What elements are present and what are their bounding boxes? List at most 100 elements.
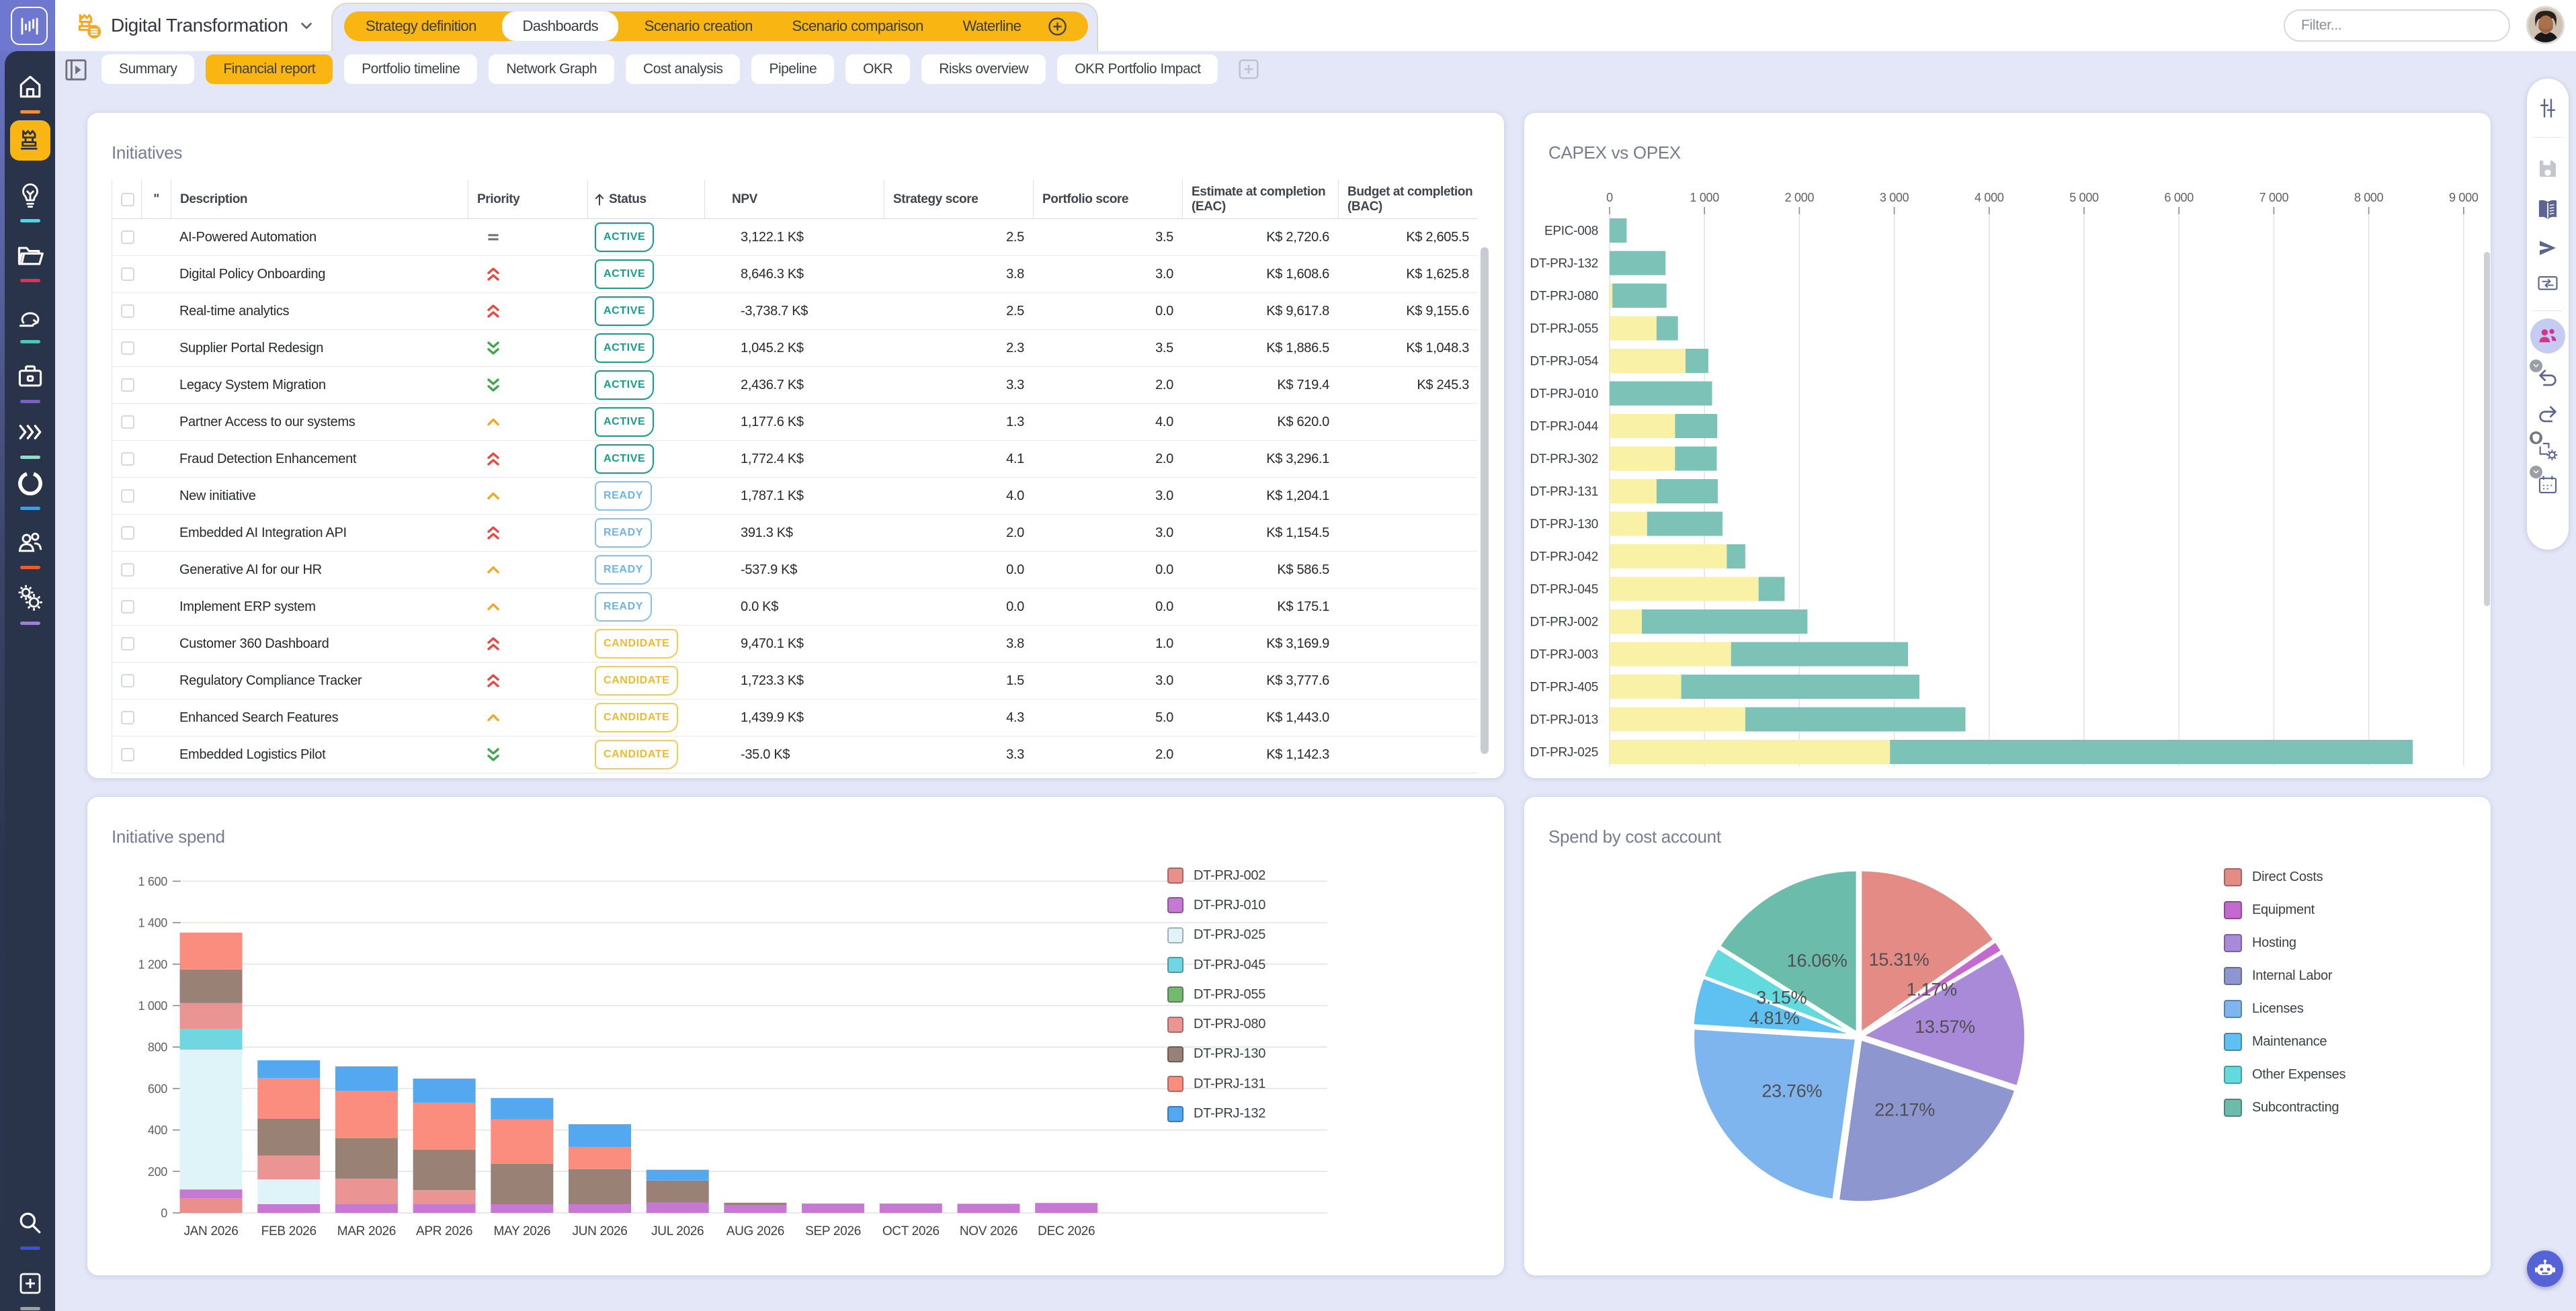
table-row[interactable]: Digital Policy Onboarding ACTIVE 8,646.3… xyxy=(112,256,1477,293)
sidebar-item-portfolio[interactable] xyxy=(5,356,55,403)
legend-item[interactable]: Other Expenses xyxy=(2224,1058,2345,1091)
app-logo[interactable] xyxy=(0,0,55,51)
table-row[interactable]: Legacy System Migration ACTIVE 2,436.7 K… xyxy=(112,367,1477,404)
project-switcher[interactable]: Digital Transformation xyxy=(75,5,316,46)
row-checkbox[interactable] xyxy=(121,674,134,687)
avatar[interactable] xyxy=(2526,6,2565,44)
main-nav-tab-strategy-definition[interactable]: Strategy definition xyxy=(352,11,490,41)
sidebar-item-projects[interactable] xyxy=(5,235,55,282)
legend-item[interactable]: DT-PRJ-131 xyxy=(1167,1069,1265,1099)
table-row[interactable]: Customer 360 Dashboard CANDIDATE 9,470.1… xyxy=(112,626,1477,663)
legend-item[interactable]: DT-PRJ-045 xyxy=(1167,950,1265,980)
row-checkbox[interactable] xyxy=(121,563,134,577)
add-scenario-icon[interactable] xyxy=(1047,16,1068,37)
header-eac[interactable]: Estimate at completion(EAC) xyxy=(1182,180,1338,219)
legend-item[interactable]: DT-PRJ-055 xyxy=(1167,980,1265,1009)
dashboard-tab-financial-report[interactable]: Financial report xyxy=(206,54,333,84)
legend-item[interactable]: DT-PRJ-010 xyxy=(1167,890,1265,920)
row-checkbox[interactable] xyxy=(121,526,134,540)
table-row[interactable]: AI-Powered Automation ACTIVE 3,122.1 K$ … xyxy=(112,219,1477,256)
header-description[interactable]: Description xyxy=(171,180,468,219)
row-checkbox[interactable] xyxy=(121,304,134,318)
dashboard-tab-okr[interactable]: OKR xyxy=(845,54,910,84)
main-nav-tab-scenario-creation[interactable]: Scenario creation xyxy=(631,11,766,41)
dashboard-tab-network-graph[interactable]: Network Graph xyxy=(489,54,614,84)
legend-item[interactable]: Hosting xyxy=(2224,927,2345,960)
sidebar-item-search[interactable] xyxy=(5,1203,55,1250)
table-row[interactable]: Enhanced Search Features CANDIDATE 1,439… xyxy=(112,700,1477,736)
sidebar-item-strategy[interactable] xyxy=(5,120,55,167)
table-row[interactable]: Implement ERP system READY 0.0 K$ 0.0 0.… xyxy=(112,589,1477,626)
select-all-checkbox[interactable] xyxy=(121,193,134,206)
row-checkbox[interactable] xyxy=(121,267,134,281)
legend-item[interactable]: DT-PRJ-130 xyxy=(1167,1040,1265,1069)
sidebar-item-reports[interactable] xyxy=(5,463,55,510)
toolbar-calendar-button[interactable] xyxy=(2527,466,2569,503)
header-status[interactable]: Status xyxy=(587,180,704,219)
legend-item[interactable]: Equipment xyxy=(2224,894,2345,927)
table-row[interactable]: Fraud Detection Enhancement ACTIVE 1,772… xyxy=(112,441,1477,478)
toolbar-presentation-button[interactable] xyxy=(2527,265,2569,302)
dashboard-tab-okr-portfolio-impact[interactable]: OKR Portfolio Impact xyxy=(1057,54,1218,84)
table-row[interactable]: Generative AI for our HR READY -537.9 K$… xyxy=(112,552,1477,589)
sidebar-item-pipeline[interactable] xyxy=(5,412,55,459)
capex-chart-scrollbar[interactable] xyxy=(2484,252,2490,606)
table-row[interactable]: Partner Access to our systems ACTIVE 1,1… xyxy=(112,404,1477,441)
header-portfolio-score[interactable]: Portfolio score xyxy=(1033,180,1182,219)
add-dashboard-icon[interactable] xyxy=(1236,56,1261,82)
sidebar-item-ideas[interactable] xyxy=(5,175,55,222)
legend-item[interactable]: Licenses xyxy=(2224,992,2345,1025)
toolbar-send-button[interactable] xyxy=(2527,230,2569,266)
dashboard-tab-portfolio-timeline[interactable]: Portfolio timeline xyxy=(344,54,477,84)
sidebar-item-resources[interactable] xyxy=(5,522,55,569)
toolbar-collaborators-button[interactable] xyxy=(2527,318,2569,354)
filter-input[interactable] xyxy=(2301,17,2493,34)
row-checkbox[interactable] xyxy=(121,637,134,650)
table-scrollbar[interactable] xyxy=(1481,247,1489,754)
toolbar-undo-button[interactable] xyxy=(2527,360,2569,396)
dashboard-tab-cost-analysis[interactable]: Cost analysis xyxy=(626,54,740,84)
legend-item[interactable]: Direct Costs xyxy=(2224,861,2345,894)
table-row[interactable]: Embedded AI Integration API READY 391.3 … xyxy=(112,515,1477,552)
sidebar-item-add-widget[interactable] xyxy=(5,1263,55,1310)
row-checkbox[interactable] xyxy=(121,711,134,724)
row-checkbox[interactable] xyxy=(121,600,134,614)
table-row[interactable]: Regulatory Compliance Tracker CANDIDATE … xyxy=(112,663,1477,700)
row-checkbox[interactable] xyxy=(121,452,134,466)
sidebar-item-home[interactable] xyxy=(5,67,55,114)
expand-panel-icon[interactable] xyxy=(65,58,87,81)
header-select-all[interactable] xyxy=(112,180,141,219)
main-nav-tab-dashboards[interactable]: Dashboards xyxy=(502,11,618,41)
row-checkbox[interactable] xyxy=(121,415,134,429)
row-checkbox[interactable] xyxy=(121,489,134,503)
sidebar-item-sprints[interactable] xyxy=(5,296,55,343)
legend-item[interactable]: DT-PRJ-002 xyxy=(1167,861,1265,890)
dashboard-tab-risks-overview[interactable]: Risks overview xyxy=(921,54,1046,84)
dashboard-tab-pipeline[interactable]: Pipeline xyxy=(751,54,834,84)
table-row[interactable]: Supplier Portal Redesign ACTIVE 1,045.2 … xyxy=(112,330,1477,367)
legend-item[interactable]: DT-PRJ-025 xyxy=(1167,921,1265,950)
toolbar-workflow-settings-button[interactable] xyxy=(2527,432,2569,468)
row-checkbox[interactable] xyxy=(121,748,134,761)
legend-item[interactable]: DT-PRJ-132 xyxy=(1167,1099,1265,1128)
legend-item[interactable]: DT-PRJ-080 xyxy=(1167,1009,1265,1039)
toolbar-save-button[interactable] xyxy=(2527,151,2569,187)
legend-item[interactable]: Maintenance xyxy=(2224,1025,2345,1058)
header-strategy-score[interactable]: Strategy score xyxy=(884,180,1033,219)
row-checkbox[interactable] xyxy=(121,378,134,392)
sidebar-item-settings[interactable] xyxy=(5,578,55,625)
table-row[interactable]: New initiative READY 1,787.1 K$ 4.0 3.0 … xyxy=(112,478,1477,515)
header-npv[interactable]: NPV xyxy=(704,180,884,219)
dashboard-tab-summary[interactable]: Summary xyxy=(101,54,194,84)
legend-item[interactable]: Subcontracting xyxy=(2224,1091,2345,1124)
row-checkbox[interactable] xyxy=(121,230,134,244)
toolbar-tune-button[interactable] xyxy=(2527,90,2569,126)
assistant-fab[interactable] xyxy=(2527,1251,2563,1287)
table-row[interactable]: Real-time analytics ACTIVE -3,738.7 K$ 2… xyxy=(112,293,1477,330)
toolbar-knowledge-button[interactable] xyxy=(2527,192,2569,228)
header-priority[interactable]: Priority xyxy=(468,180,587,219)
row-checkbox[interactable] xyxy=(121,341,134,355)
main-nav-tab-scenario-comparison[interactable]: Scenario comparison xyxy=(779,11,937,41)
legend-item[interactable]: Internal Labor xyxy=(2224,960,2345,992)
main-nav-tab-waterline[interactable]: Waterline xyxy=(950,11,1035,41)
